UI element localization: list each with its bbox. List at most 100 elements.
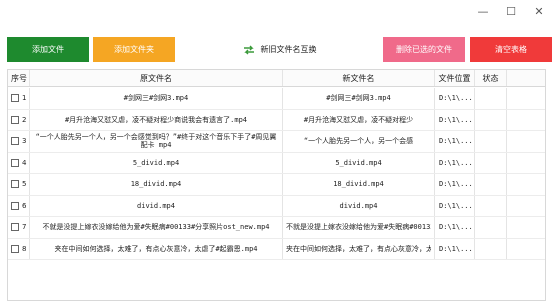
row-index: 6 (22, 201, 27, 210)
status-cell (475, 217, 507, 238)
original-name-cell: divid.mp4 (30, 195, 283, 216)
location-cell: D:\1\... (435, 217, 475, 238)
row-filler (507, 196, 545, 217)
row-filler (507, 174, 545, 195)
table-row[interactable]: 2 #月升沧海又怼又虐，凌不疑对程少商说我会有遗言了.mp4 #月升沧海又怼又虐，凌… (8, 109, 545, 131)
location-cell: D:\1\... (435, 88, 475, 109)
original-name: 5_divid.mp4 (132, 158, 180, 167)
row-index: 1 (22, 94, 27, 103)
original-name: #剑网三#剑网3.mp4 (123, 94, 189, 102)
new-name: divid.mp4 (339, 201, 378, 210)
original-name-cell: 18_divid.mp4 (30, 174, 283, 195)
new-name-cell: divid.mp4 (283, 195, 435, 216)
new-name-cell: #剑网三#剑网3.mp4 (283, 88, 435, 109)
row-checkbox[interactable] (11, 94, 19, 103)
row-index: 7 (22, 223, 27, 232)
original-name: divid.mp4 (137, 201, 175, 210)
header-index[interactable]: 序号 (8, 70, 30, 86)
new-name: 夹在中间如何选择，太难了，有点心灰意冷，太虐了#起霸恩.mp4 (286, 244, 431, 253)
row-index-cell: 5 (8, 174, 30, 195)
swap-names-label: 新旧文件名互换 (260, 45, 317, 54)
table-header: 序号 原文件名 新文件名 文件位置 状态 (8, 70, 545, 87)
table-row[interactable]: 1 #剑网三#剑网3.mp4 #剑网三#剑网3.mp4 D:\1\... (8, 88, 545, 110)
new-name-cell: 夹在中间如何选择，太难了，有点心灰意冷，太虐了#起霸恩.mp4 (283, 238, 435, 259)
status-cell (475, 174, 507, 195)
location-cell: D:\1\... (435, 131, 475, 152)
row-checkbox[interactable] (11, 158, 19, 167)
original-name: 18_divid.mp4 (130, 180, 182, 188)
delete-selected-button[interactable]: 删除已选的文件 (383, 37, 465, 62)
header-status[interactable]: 状态 (475, 70, 507, 86)
status-cell (475, 195, 507, 216)
row-index-cell: 2 (8, 109, 30, 130)
header-filler (507, 70, 545, 86)
header-original-name[interactable]: 原文件名 (30, 70, 283, 86)
table-row[interactable]: 4 5_divid.mp4 5_divid.mp4 D:\1\... (8, 152, 545, 174)
add-file-button[interactable]: 添加文件 (7, 37, 89, 62)
location-cell: D:\1\... (435, 238, 475, 259)
row-filler (507, 153, 545, 174)
new-name-cell: 5_divid.mp4 (283, 152, 435, 173)
status-cell (475, 238, 507, 259)
row-checkbox[interactable] (11, 180, 19, 189)
row-index-cell: 1 (8, 88, 30, 109)
row-index: 8 (22, 244, 27, 253)
clear-table-button[interactable]: 清空表格 (470, 37, 552, 62)
original-name-cell: 夹在中间如何选择，太难了，有点心灰意冷，太虐了#起霸恩.mp4 (30, 238, 283, 259)
table-row[interactable]: 6 divid.mp4 divid.mp4 D:\1\... (8, 195, 545, 217)
status-cell (475, 88, 507, 109)
swap-names-button[interactable]: 新旧文件名互换 (234, 37, 324, 62)
minimize-button[interactable]: — (469, 0, 497, 22)
original-name: “一个人胎先另一个人，另一个会感觉到吗？”#终于对这个音乐下手了#周见翼配卡 m… (35, 132, 277, 150)
row-index: 2 (22, 115, 27, 124)
new-name: #剑网三#剑网3.mp4 (326, 94, 391, 102)
location-cell: D:\1\... (435, 174, 475, 195)
new-name-cell: #月升沧海又怼又虐，凌不疑对程少 (283, 109, 435, 130)
status-cell (475, 109, 507, 130)
new-name: 18_divid.mp4 (333, 180, 384, 188)
table-row[interactable]: 7 不就是没提上嫁衣没嫁给他为爱#失眠病#00133#分享照片ost_new.mp… (8, 217, 545, 239)
row-index-cell: 4 (8, 152, 30, 173)
add-folder-button[interactable]: 添加文件夹 (93, 37, 175, 62)
window-controls: — ☐ ✕ (469, 0, 553, 22)
original-name-cell: #剑网三#剑网3.mp4 (30, 88, 283, 109)
new-name: 5_divid.mp4 (335, 158, 382, 167)
row-index: 5 (22, 180, 27, 189)
new-name: “一个人胎先另一个人，另一个会感 (303, 137, 414, 145)
row-index-cell: 7 (8, 217, 30, 238)
table-row[interactable]: 8 夹在中间如何选择，太难了，有点心灰意冷，太虐了#起霸恩.mp4 夹在中间如何选择… (8, 238, 545, 260)
new-name: 不就是没提上嫁衣没嫁给他为爱#失眠病#00133#分享照片ost_new.mp4 (286, 223, 431, 231)
row-index: 4 (22, 158, 27, 167)
row-checkbox[interactable] (11, 223, 19, 232)
new-name-cell: “一个人胎先另一个人，另一个会感 (283, 131, 435, 152)
swap-icon (242, 44, 256, 56)
row-filler (507, 131, 545, 152)
row-checkbox[interactable] (11, 244, 19, 253)
row-index: 3 (22, 137, 27, 146)
row-filler (507, 217, 545, 238)
header-new-name[interactable]: 新文件名 (283, 70, 435, 86)
original-name-cell: #月升沧海又怼又虐，凌不疑对程少商说我会有遗言了.mp4 (30, 109, 283, 130)
table-row[interactable]: 3 “一个人胎先另一个人，另一个会感觉到吗？”#终于对这个音乐下手了#周见翼配卡 … (8, 131, 545, 153)
header-location[interactable]: 文件位置 (435, 70, 475, 86)
table-row[interactable]: 5 18_divid.mp4 18_divid.mp4 D:\1\... (8, 174, 545, 196)
original-name: #月升沧海又怼又虐，凌不疑对程少商说我会有遗言了.mp4 (64, 115, 248, 124)
row-index-cell: 6 (8, 195, 30, 216)
row-index-cell: 3 (8, 131, 30, 152)
location-cell: D:\1\... (435, 109, 475, 130)
original-name-cell: 5_divid.mp4 (30, 152, 283, 173)
row-filler (507, 88, 545, 109)
new-name-cell: 18_divid.mp4 (283, 174, 435, 195)
new-name-cell: 不就是没提上嫁衣没嫁给他为爱#失眠病#00133#分享照片ost_new.mp4 (283, 217, 435, 238)
status-cell (475, 131, 507, 152)
new-name: #月升沧海又怼又虐，凌不疑对程少 (303, 115, 414, 124)
row-checkbox[interactable] (11, 137, 19, 146)
row-filler (507, 239, 545, 260)
close-button[interactable]: ✕ (525, 0, 553, 22)
original-name-cell: “一个人胎先另一个人，另一个会感觉到吗？”#终于对这个音乐下手了#周见翼配卡 m… (30, 131, 283, 152)
row-checkbox[interactable] (11, 201, 19, 210)
original-name: 不就是没提上嫁衣没嫁给他为爱#失眠病#00133#分享照片ost_new.mp4 (42, 223, 270, 231)
maximize-button[interactable]: ☐ (497, 0, 525, 22)
row-index-cell: 8 (8, 238, 30, 259)
row-checkbox[interactable] (11, 115, 19, 124)
